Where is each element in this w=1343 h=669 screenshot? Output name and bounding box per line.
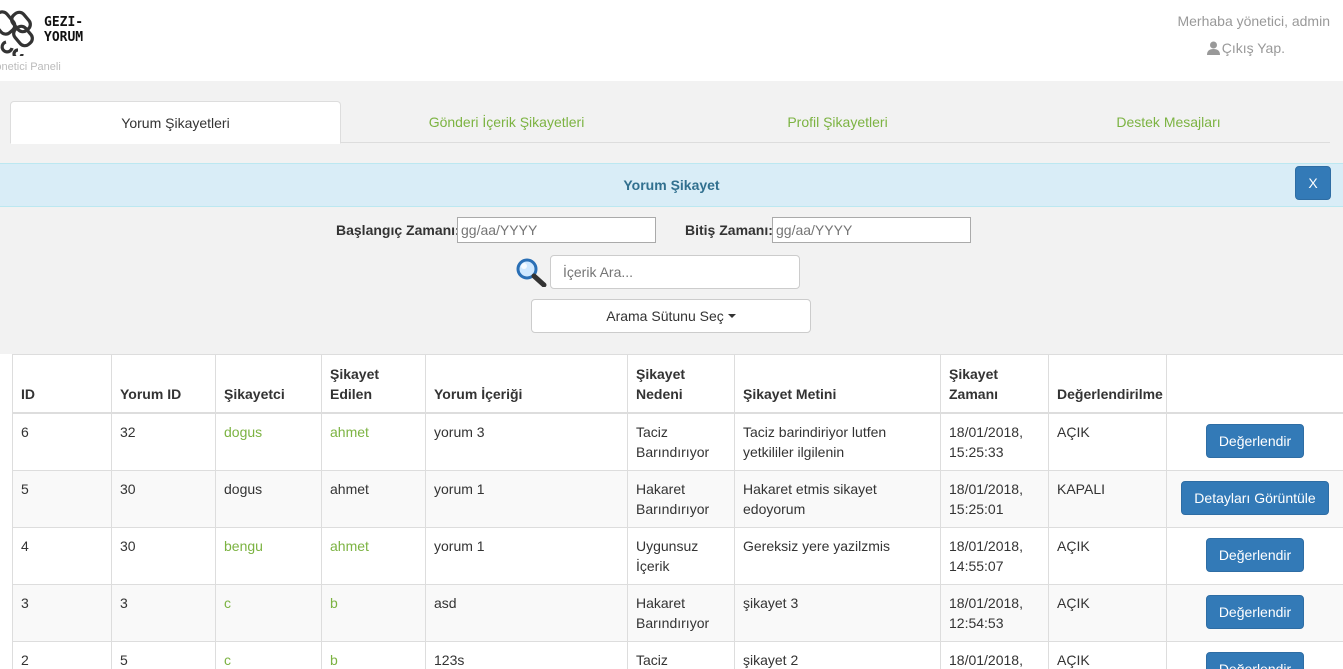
cell-complainant[interactable]: bengu bbox=[215, 526, 322, 585]
cell-id: 5 bbox=[12, 469, 112, 528]
cell-time: 18/01/2018, 15:25:01 bbox=[940, 469, 1049, 528]
cell-comment-id: 3 bbox=[111, 583, 216, 642]
cell-status: AÇIK bbox=[1048, 640, 1167, 669]
cell-action: Detayları Görüntüle bbox=[1166, 469, 1343, 528]
cell-reported-user[interactable]: b bbox=[321, 640, 426, 669]
logout-link[interactable]: Çıkış Yap. bbox=[1206, 40, 1285, 56]
header-action bbox=[1166, 354, 1343, 414]
header-status: Değerlendirilme bbox=[1048, 354, 1167, 414]
cell-time: 18/01/2018, 14:55:07 bbox=[940, 526, 1049, 585]
cell-reason: Hakaret Barındırıyor bbox=[627, 583, 735, 642]
cell-id: 2 bbox=[12, 640, 112, 669]
caret-down-icon bbox=[727, 314, 736, 318]
cell-reason: Taciz bbox=[627, 640, 735, 669]
cell-time: 18/01/2018, bbox=[940, 640, 1049, 669]
cell-complaint-text: Hakaret etmis sikayet edoyorum bbox=[734, 469, 941, 528]
cell-complainant: dogus bbox=[215, 469, 322, 528]
view-details-button[interactable]: Detayları Görüntüle bbox=[1181, 480, 1329, 515]
cell-complainant[interactable]: dogus bbox=[215, 412, 322, 471]
cell-comment-content: 123s bbox=[425, 640, 628, 669]
table-row: 3 3 c b asd Hakaret Barındırıyor şikayet 3 18/0… bbox=[12, 583, 1343, 642]
search-column-label: Arama Sütunu Seç bbox=[606, 308, 724, 324]
cell-comment-content: yorum 1 bbox=[425, 526, 628, 585]
cell-reported-user[interactable]: ahmet bbox=[321, 526, 426, 585]
cell-time: 18/01/2018, 15:25:33 bbox=[940, 412, 1049, 471]
cell-id: 6 bbox=[12, 412, 112, 471]
panel-title: Yorum Şikayet bbox=[0, 163, 1343, 207]
cell-comment-content: asd bbox=[425, 583, 628, 642]
cell-complaint-text: şikayet 3 bbox=[734, 583, 941, 642]
header-id: ID bbox=[12, 354, 112, 414]
table-row: 2 5 c b 123s Taciz şikayet 2 18/01/2018, AÇIK Değ… bbox=[12, 640, 1343, 669]
search-icon[interactable] bbox=[515, 257, 547, 287]
end-date-label: Bitiş Zamanı: bbox=[685, 222, 773, 238]
evaluate-button[interactable]: Değerlendir bbox=[1205, 651, 1305, 669]
complaint-tabs: Yorum Şikayetleri Gönderi İçerik Şikayet… bbox=[10, 101, 1330, 144]
cell-status: AÇIK bbox=[1048, 526, 1167, 585]
cell-reported-user[interactable]: ahmet bbox=[321, 412, 426, 471]
cell-comment-id: 32 bbox=[111, 412, 216, 471]
cell-complaint-text: şikayet 2 bbox=[734, 640, 941, 669]
date-filter-row: Başlangıç Zamanı: Bitiş Zamanı: bbox=[0, 217, 1343, 243]
logout-label: Çıkış Yap. bbox=[1221, 40, 1285, 56]
tab-support-messages[interactable]: Destek Mesajları bbox=[1003, 101, 1334, 143]
cell-action: Değerlendir bbox=[1166, 412, 1343, 471]
header: GEZI- YORUM Yönetici Paneli Merhaba yöne… bbox=[0, 0, 1343, 81]
cell-id: 4 bbox=[12, 526, 112, 585]
header-complainant: Şikayetci bbox=[215, 354, 322, 414]
evaluate-button[interactable]: Değerlendir bbox=[1205, 537, 1305, 572]
cell-complaint-text: Taciz barindiriyor lutfen yetkililer ilg… bbox=[734, 412, 941, 471]
table-header-row: ID Yorum ID Şikayetci Şikayet Edilen Yor… bbox=[12, 354, 1343, 414]
svg-text:YORUM: YORUM bbox=[44, 30, 83, 45]
cell-action: Değerlendir bbox=[1166, 526, 1343, 585]
cell-complainant[interactable]: c bbox=[215, 583, 322, 642]
table-row: 6 32 dogus ahmet yorum 3 Taciz Barındırıyor Ta… bbox=[12, 412, 1343, 471]
evaluate-button[interactable]: Değerlendir bbox=[1205, 594, 1305, 629]
cell-id: 3 bbox=[12, 583, 112, 642]
cell-comment-id: 30 bbox=[111, 526, 216, 585]
header-comment-content: Yorum İçeriği bbox=[425, 354, 628, 414]
cell-status: KAPALI bbox=[1048, 469, 1167, 528]
close-button[interactable]: X bbox=[1295, 166, 1331, 200]
cell-comment-id: 5 bbox=[111, 640, 216, 669]
complaints-table: ID Yorum ID Şikayetci Şikayet Edilen Yor… bbox=[12, 354, 1343, 669]
start-date-label: Başlangıç Zamanı: bbox=[336, 222, 460, 238]
cell-reason: Uygunsuz İçerik bbox=[627, 526, 735, 585]
panel-subtitle: Yönetici Paneli bbox=[0, 61, 61, 73]
cell-reason: Hakaret Barındırıyor bbox=[627, 469, 735, 528]
search-column-dropdown[interactable]: Arama Sütunu Seç bbox=[531, 299, 811, 333]
evaluate-button[interactable]: Değerlendir bbox=[1205, 423, 1305, 458]
header-comment-id: Yorum ID bbox=[111, 354, 216, 414]
content-search-input[interactable] bbox=[550, 255, 800, 289]
cell-comment-content: yorum 1 bbox=[425, 469, 628, 528]
header-time: Şikayet Zamanı bbox=[940, 354, 1049, 414]
cell-action: Değerlendir bbox=[1166, 640, 1343, 669]
greeting-text: Merhaba yönetici, admin bbox=[1177, 13, 1330, 29]
cell-complaint-text: Gereksiz yere yazilzmis bbox=[734, 526, 941, 585]
cell-action: Değerlendir bbox=[1166, 583, 1343, 642]
table-row: 5 30 dogus ahmet yorum 1 Hakaret Barındırıyor… bbox=[12, 469, 1343, 528]
cell-complainant[interactable]: c bbox=[215, 640, 322, 669]
cell-comment-content: yorum 3 bbox=[425, 412, 628, 471]
start-date-input[interactable] bbox=[457, 217, 656, 243]
cell-status: AÇIK bbox=[1048, 583, 1167, 642]
logo: GEZI- YORUM bbox=[0, 10, 83, 56]
cell-comment-id: 30 bbox=[111, 469, 216, 528]
cell-reason: Taciz Barındırıyor bbox=[627, 412, 735, 471]
tab-comment-complaints[interactable]: Yorum Şikayetleri bbox=[10, 101, 341, 144]
cell-status: AÇIK bbox=[1048, 412, 1167, 471]
header-reason: Şikayet Nedeni bbox=[627, 354, 735, 414]
header-reported-user: Şikayet Edilen bbox=[321, 354, 426, 414]
svg-text:GEZI-: GEZI- bbox=[44, 15, 83, 30]
cell-time: 18/01/2018, 12:54:53 bbox=[940, 583, 1049, 642]
user-icon bbox=[1206, 41, 1220, 55]
tab-post-content-complaints[interactable]: Gönderi İçerik Şikayetleri bbox=[341, 101, 672, 143]
cell-reported-user[interactable]: b bbox=[321, 583, 426, 642]
table-row: 4 30 bengu ahmet yorum 1 Uygunsuz İçerik Gerek… bbox=[12, 526, 1343, 585]
header-complaint-text: Şikayet Metini bbox=[734, 354, 941, 414]
end-date-input[interactable] bbox=[772, 217, 971, 243]
tab-profile-complaints[interactable]: Profil Şikayetleri bbox=[672, 101, 1003, 143]
cell-reported-user: ahmet bbox=[321, 469, 426, 528]
